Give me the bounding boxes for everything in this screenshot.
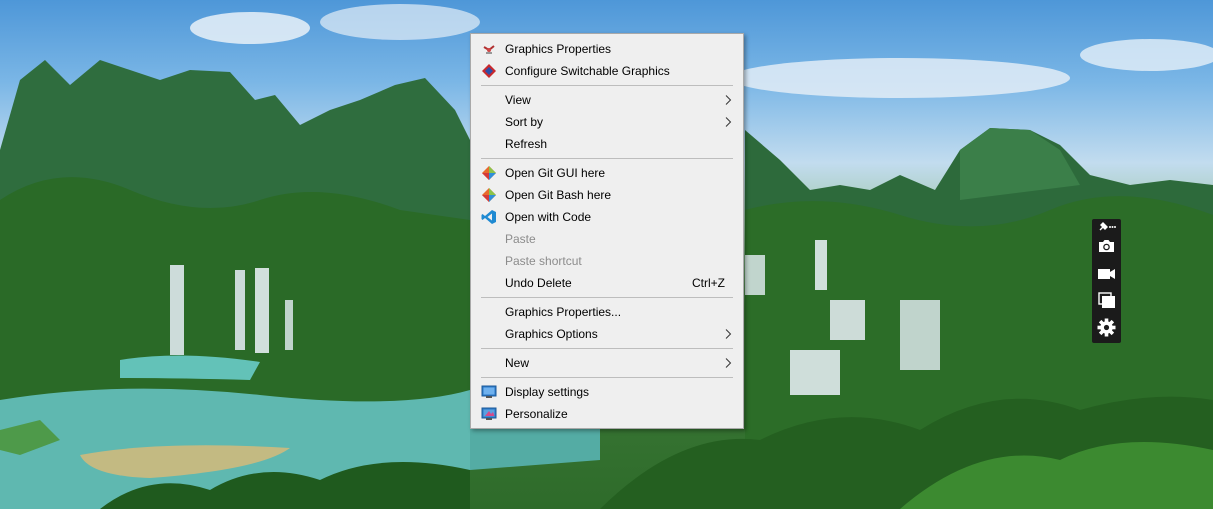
chevron-right-icon	[725, 358, 732, 368]
menu-item-graphics-properties[interactable]: Graphics Properties...	[471, 301, 743, 323]
camera-icon[interactable]	[1096, 236, 1117, 257]
chevron-right-icon	[725, 95, 732, 105]
menu-item-label: New	[505, 356, 530, 370]
menu-item-label: Sort by	[505, 115, 544, 129]
amd-switchable-graphics-icon	[482, 64, 496, 78]
menu-item-label: Configure Switchable Graphics	[505, 64, 670, 78]
menu-separator	[481, 85, 733, 86]
menu-item-view[interactable]: View	[471, 89, 743, 111]
menu-item-label: Open Git GUI here	[505, 166, 606, 180]
menu-item-label: Display settings	[505, 385, 590, 399]
chevron-right-icon	[725, 329, 732, 339]
menu-item-configure-switchable-graphics[interactable]: Configure Switchable Graphics	[471, 60, 743, 82]
menu-item-open-git-gui[interactable]: Open Git GUI here	[471, 162, 743, 184]
overlay-icon[interactable]	[1096, 290, 1117, 311]
menu-item-refresh[interactable]: Refresh	[471, 133, 743, 155]
pin-icon[interactable]	[1096, 220, 1117, 234]
gear-icon[interactable]	[1096, 317, 1117, 338]
menu-item-personalize[interactable]: Personalize	[471, 403, 743, 425]
menu-item-label: Graphics Options	[505, 327, 598, 341]
menu-item-label: View	[505, 93, 531, 107]
menu-item-label: Open with Code	[505, 210, 592, 224]
menu-item-label: Paste shortcut	[505, 254, 582, 268]
intel-graphics-icon	[483, 45, 495, 54]
menu-item-paste-shortcut: Paste shortcut	[471, 250, 743, 272]
menu-separator	[481, 158, 733, 159]
menu-separator	[481, 377, 733, 378]
video-icon[interactable]	[1096, 263, 1117, 284]
personalize-icon	[481, 407, 497, 420]
menu-item-open-git-bash[interactable]: Open Git Bash here	[471, 184, 743, 206]
git-icon	[482, 166, 496, 180]
menu-item-new[interactable]: New	[471, 352, 743, 374]
menu-item-label: Undo Delete	[505, 276, 572, 290]
capture-widget	[1092, 219, 1121, 343]
display-icon	[481, 385, 497, 398]
menu-item-graphics-options[interactable]: Graphics Options	[471, 323, 743, 345]
menu-separator	[481, 348, 733, 349]
git-bash-icon	[482, 188, 496, 202]
vscode-icon	[481, 210, 496, 224]
menu-item-sort-by[interactable]: Sort by	[471, 111, 743, 133]
menu-item-graphics-properties-intel[interactable]: Graphics Properties	[471, 38, 743, 60]
menu-item-open-with-code[interactable]: Open with Code	[471, 206, 743, 228]
menu-item-label: Paste	[505, 232, 536, 246]
menu-item-label: Personalize	[505, 407, 568, 421]
chevron-right-icon	[725, 117, 732, 127]
menu-item-undo-delete[interactable]: Undo Delete Ctrl+Z	[471, 272, 743, 294]
menu-item-label: Graphics Properties...	[505, 305, 622, 319]
menu-item-label: Open Git Bash here	[505, 188, 612, 202]
menu-item-paste: Paste	[471, 228, 743, 250]
menu-item-display-settings[interactable]: Display settings	[471, 381, 743, 403]
menu-item-shortcut: Ctrl+Z	[692, 276, 725, 290]
desktop-context-menu: Graphics Properties Configure Switchable…	[470, 33, 744, 429]
menu-item-label: Graphics Properties	[505, 42, 612, 56]
menu-separator	[481, 297, 733, 298]
menu-item-label: Refresh	[505, 137, 548, 151]
